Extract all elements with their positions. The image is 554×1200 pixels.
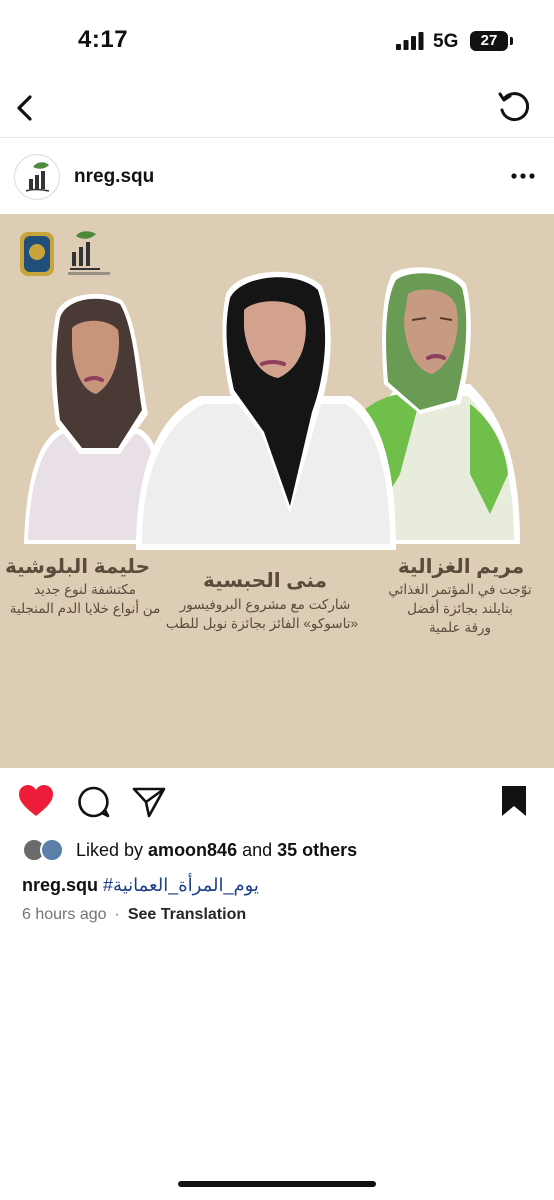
post-header: nreg.squ: [0, 140, 554, 214]
person-left-desc-2: من أنواع خلايا الدم المنجلية: [9, 601, 161, 616]
post-illustration: [20, 231, 520, 550]
likes-text[interactable]: Liked by amoon846 and 35 others: [76, 840, 357, 861]
person-right-name: مريم الغزالية: [397, 556, 525, 578]
person-right-desc-2: بتايلند بجائزة أفضل: [407, 601, 513, 616]
likes-row: Liked by amoon846 and 35 others: [0, 836, 554, 866]
likes-others[interactable]: 35 others: [277, 840, 357, 860]
group-logo-icon: [68, 231, 110, 275]
see-translation-link[interactable]: See Translation: [128, 906, 246, 923]
post-caption: nreg.squ #يوم_المرأة_العمانية: [22, 875, 259, 896]
person-center-desc-2: «تاسوكو» الفائز بجائزة نوبل للطب: [165, 616, 358, 631]
share-icon[interactable]: [132, 786, 166, 818]
status-time: 4:17: [78, 26, 129, 53]
person-right-desc-3: ورقة علمية: [428, 620, 492, 635]
avatar[interactable]: [14, 154, 60, 200]
battery-icon: 27: [470, 31, 508, 51]
home-indicator: [178, 1181, 376, 1187]
comment-icon[interactable]: [78, 786, 110, 818]
caption-hashtag[interactable]: #يوم_المرأة_العمانية: [103, 875, 259, 895]
post-meta: 6 hours ago · See Translation: [22, 906, 246, 924]
network-label: 5G: [433, 31, 459, 52]
status-bar: 4:17 5G 27: [0, 0, 554, 80]
liker-avatars[interactable]: [22, 838, 70, 864]
post-actions: [0, 770, 554, 834]
post-time-ago: 6 hours ago: [22, 906, 107, 923]
likes-prefix: Liked by: [76, 840, 149, 860]
university-logo-icon: [20, 232, 54, 276]
person-left-desc-1: مكتشفة لنوع جديد: [34, 582, 136, 597]
person-left-name: حليمة البلوشية: [4, 556, 150, 578]
brand-logo-icon: [25, 162, 50, 192]
heart-icon[interactable]: [18, 784, 54, 818]
likes-user[interactable]: amoon846: [148, 840, 237, 860]
caption-username[interactable]: nreg.squ: [22, 875, 98, 895]
nav-bar: [0, 80, 554, 138]
person-right-desc-1: توّجت في المؤتمر الغذائي: [388, 582, 532, 597]
person-center-desc-1: شاركت مع مشروع البروفيسور: [179, 597, 351, 612]
bookmark-icon[interactable]: [500, 784, 528, 818]
post-image[interactable]: حليمة البلوشية مكتشفة لنوع جديد من أنواع…: [0, 214, 554, 768]
person-center-name: منى الحبسية: [203, 570, 327, 592]
signal-icon: [396, 32, 424, 50]
post-username[interactable]: nreg.squ: [74, 166, 154, 188]
liker-avatar: [40, 838, 64, 862]
likes-middle: and: [237, 840, 278, 860]
refresh-icon[interactable]: [494, 86, 534, 128]
more-icon[interactable]: [508, 168, 538, 184]
figure-center: [136, 271, 396, 550]
meta-separator: ·: [114, 906, 120, 923]
battery-tip: [510, 37, 513, 45]
back-arrow-icon[interactable]: [8, 88, 44, 128]
